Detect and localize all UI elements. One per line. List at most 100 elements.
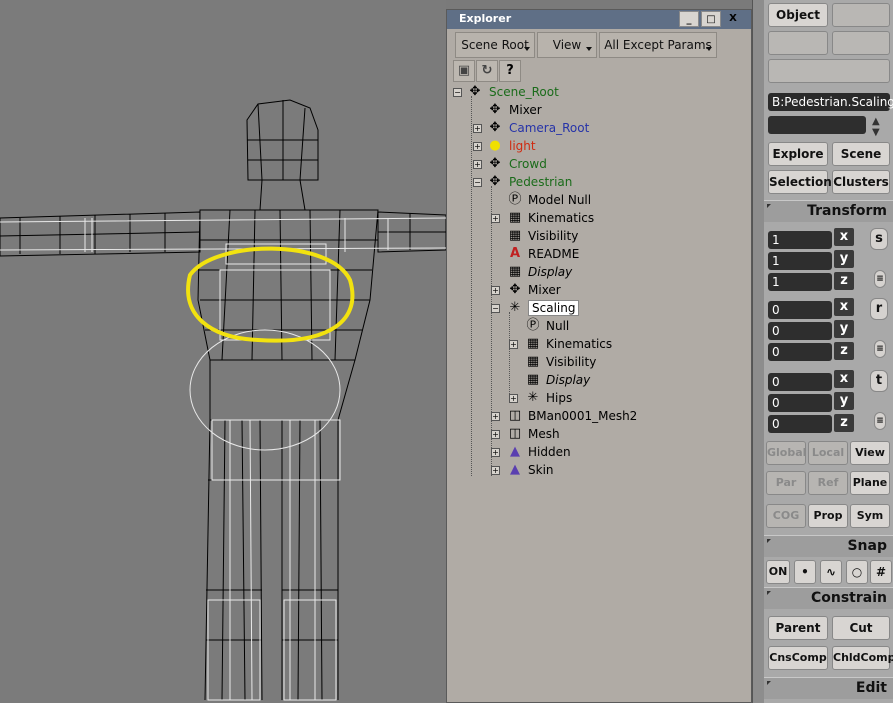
collapse-toggle[interactable]: − [473, 178, 482, 187]
tree-node-null[interactable]: Ⓟ Null [509, 318, 739, 336]
tree-node-camera-root[interactable]: + ✥ Camera_Root [473, 120, 743, 138]
snap-section-header[interactable]: Snap [764, 535, 893, 557]
snap-surface-icon[interactable]: ○ [846, 560, 868, 584]
selection-path-field[interactable]: B:Pedestrian.Scaling [768, 93, 893, 111]
scale-x-field[interactable]: 1 [768, 231, 832, 249]
view-dropdown[interactable]: View [537, 32, 597, 58]
collapse-toggle[interactable]: − [453, 88, 462, 97]
expand-toggle[interactable]: + [491, 466, 500, 475]
plane-button[interactable]: Plane [850, 471, 890, 495]
expand-toggle[interactable]: + [491, 430, 500, 439]
rotate-button[interactable]: r [870, 298, 888, 320]
clusters-button[interactable]: Clusters [832, 170, 890, 194]
explore-button[interactable]: Explore [768, 142, 828, 166]
expand-toggle[interactable]: + [491, 286, 500, 295]
close-button[interactable]: X [723, 11, 743, 27]
tree-node-visibility[interactable]: ▦ Visibility [491, 228, 741, 246]
prop-button[interactable]: Prop [808, 504, 848, 528]
translate-menu-icon[interactable]: ≡ [874, 412, 886, 430]
scene-root-dropdown[interactable]: Scene Root [455, 32, 535, 58]
expand-toggle[interactable]: + [509, 394, 518, 403]
z-axis-toggle[interactable]: z [834, 272, 854, 290]
tree-node-scaling[interactable]: − ✳ Scaling [491, 300, 741, 318]
scale-menu-icon[interactable]: ≡ [874, 270, 886, 288]
x-axis-toggle[interactable]: x [834, 370, 854, 388]
scale-y-field[interactable]: 1 [768, 252, 832, 270]
parent-button[interactable]: Parent [768, 616, 828, 640]
spinner-arrows-icon[interactable]: ▲ ▼ [872, 116, 880, 138]
expand-toggle[interactable]: + [473, 160, 482, 169]
expand-toggle[interactable]: + [491, 448, 500, 457]
maximize-button[interactable]: □ [701, 11, 721, 27]
explorer-title-bar[interactable]: Explorer _ □ X [447, 10, 751, 29]
z-axis-toggle[interactable]: z [834, 414, 854, 432]
translate-button[interactable]: t [870, 370, 888, 392]
object-button[interactable]: Object [768, 3, 828, 27]
tree-node-readme[interactable]: A README [491, 246, 741, 264]
view-button[interactable]: View [850, 441, 890, 465]
ref-button[interactable]: Ref [808, 471, 848, 495]
tree-node-visibility-2[interactable]: ▦ Visibility [509, 354, 739, 372]
rotate-x-field[interactable]: 0 [768, 301, 832, 319]
global-button[interactable]: Global [766, 441, 806, 465]
blank-button[interactable] [832, 3, 890, 27]
name-field[interactable] [768, 116, 866, 134]
z-axis-toggle[interactable]: z [834, 342, 854, 360]
rotate-y-field[interactable]: 0 [768, 322, 832, 340]
tree-node-hips[interactable]: + ✳ Hips [509, 390, 739, 408]
tree-node-bman-mesh[interactable]: + ◫ BMan0001_Mesh2 [491, 408, 741, 426]
scale-button[interactable]: s [870, 228, 888, 250]
x-axis-toggle[interactable]: x [834, 298, 854, 316]
tree-node-display-2[interactable]: ▦ Display [509, 372, 739, 390]
edit-section-header[interactable]: Edit [764, 677, 893, 699]
y-axis-toggle[interactable]: y [834, 320, 854, 338]
filter-dropdown[interactable]: All Except Params [599, 32, 717, 58]
expand-toggle[interactable]: + [473, 142, 482, 151]
tree-node-mixer-2[interactable]: + ✥ Mixer [491, 282, 741, 300]
tree-node-display[interactable]: ▦ Display [491, 264, 741, 282]
cnscomp-button[interactable]: CnsComp [768, 646, 828, 670]
scene-button[interactable]: Scene [832, 142, 890, 166]
minimize-button[interactable]: _ [679, 11, 699, 27]
expand-toggle[interactable]: + [509, 340, 518, 349]
x-axis-toggle[interactable]: x [834, 228, 854, 246]
expand-toggle[interactable]: + [473, 124, 482, 133]
snap-on-button[interactable]: ON [766, 560, 790, 584]
lock-icon[interactable]: ▣ [453, 60, 475, 82]
cog-button[interactable]: COG [766, 504, 806, 528]
tree-node-hidden[interactable]: + ▲ Hidden [491, 444, 741, 462]
snap-curve-icon[interactable]: ∿ [820, 560, 842, 584]
refresh-icon[interactable]: ↻ [476, 60, 498, 82]
blank-button[interactable] [768, 31, 828, 55]
par-button[interactable]: Par [766, 471, 806, 495]
translate-x-field[interactable]: 0 [768, 373, 832, 391]
snap-grid-icon[interactable]: # [870, 560, 892, 584]
collapse-toggle[interactable]: − [491, 304, 500, 313]
snap-point-icon[interactable]: • [794, 560, 816, 584]
tree-node-scene-root[interactable]: − ✥ Scene_Root [453, 84, 743, 102]
tree-node-pedestrian[interactable]: − ✥ Pedestrian [473, 174, 743, 192]
selection-button[interactable]: Selection [768, 170, 832, 194]
translate-z-field[interactable]: 0 [768, 415, 832, 433]
tree-node-crowd[interactable]: + ✥ Crowd [473, 156, 743, 174]
transform-section-header[interactable]: Transform [764, 200, 893, 222]
help-icon[interactable]: ? [499, 60, 521, 82]
tree-node-mesh[interactable]: + ◫ Mesh [491, 426, 741, 444]
constrain-section-header[interactable]: Constrain [764, 587, 893, 609]
scale-z-field[interactable]: 1 [768, 273, 832, 291]
rotate-z-field[interactable]: 0 [768, 343, 832, 361]
cut-button[interactable]: Cut [832, 616, 890, 640]
chldcomp-button[interactable]: ChldComp [832, 646, 893, 670]
blank-button[interactable] [768, 59, 890, 83]
tree-node-model-null[interactable]: Ⓟ Model Null [491, 192, 741, 210]
translate-y-field[interactable]: 0 [768, 394, 832, 412]
expand-toggle[interactable]: + [491, 412, 500, 421]
tree-node-light[interactable]: + ● light [473, 138, 743, 156]
expand-toggle[interactable]: + [491, 214, 500, 223]
rotate-menu-icon[interactable]: ≡ [874, 340, 886, 358]
local-button[interactable]: Local [808, 441, 848, 465]
tree-node-kinematics-2[interactable]: + ▦ Kinematics [509, 336, 739, 354]
sym-button[interactable]: Sym [850, 504, 890, 528]
y-axis-toggle[interactable]: y [834, 250, 854, 268]
tree-node-mixer[interactable]: ✥ Mixer [473, 102, 743, 120]
